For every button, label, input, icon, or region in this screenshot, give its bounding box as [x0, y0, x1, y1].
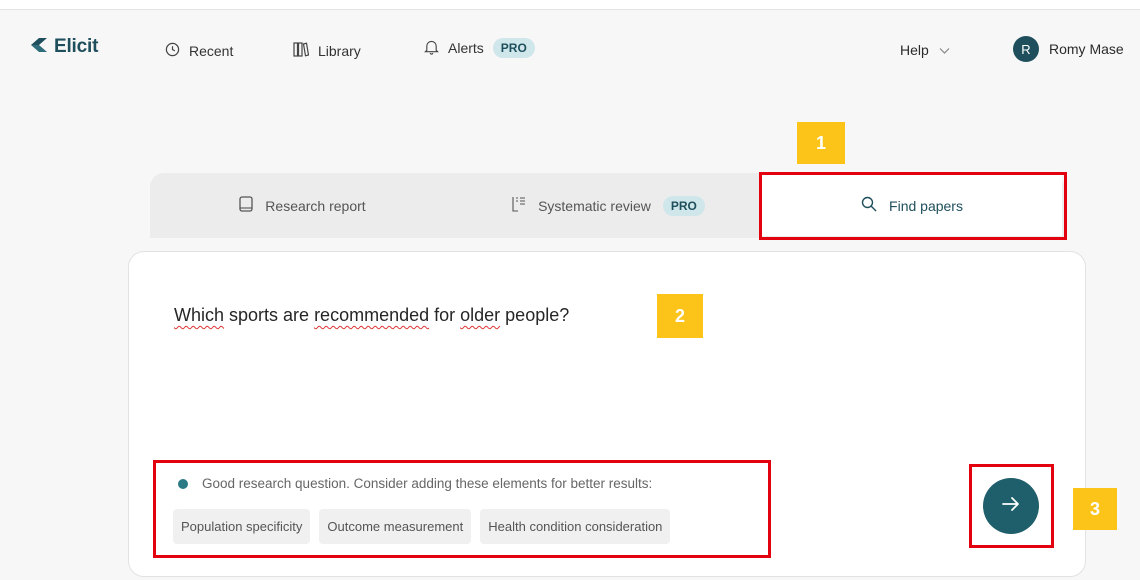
- suggestion-chips: Population specificity Outcome measureme…: [173, 509, 671, 544]
- question-word: sports are: [224, 305, 315, 325]
- annotation-marker: 3: [1073, 488, 1117, 530]
- books-icon: [293, 42, 310, 60]
- tab-research-report-label: Research report: [265, 197, 366, 214]
- nav-alerts-label: Alerts: [448, 40, 484, 56]
- document-icon: [239, 196, 253, 215]
- help-label: Help: [900, 42, 929, 58]
- tab-find-papers-label: Find papers: [889, 197, 963, 214]
- logo-text: Elicit: [54, 36, 99, 57]
- pro-badge: PRO: [662, 195, 705, 216]
- user-menu[interactable]: R Romy Mase: [1013, 36, 1124, 62]
- user-name: Romy Mase: [1049, 41, 1124, 57]
- quality-message: Good research question. Consider adding …: [202, 476, 653, 491]
- suggestion-chip[interactable]: Outcome measurement: [319, 509, 472, 544]
- help-menu[interactable]: Help: [900, 42, 950, 58]
- nav-alerts[interactable]: Alerts PRO: [424, 38, 535, 58]
- quality-status-dot: [178, 478, 188, 489]
- avatar: R: [1013, 36, 1039, 62]
- tab-find-papers[interactable]: Find papers: [762, 175, 1062, 236]
- question-word: older: [460, 305, 501, 325]
- top-bar-strip: [0, 0, 1140, 10]
- tab-systematic-review-label: Systematic review: [538, 197, 651, 214]
- question-word: people?: [500, 305, 570, 325]
- arrow-right-icon: [1001, 495, 1021, 518]
- nav-recent-label: Recent: [189, 43, 234, 59]
- nav-library-label: Library: [318, 43, 361, 59]
- submit-button[interactable]: [983, 478, 1039, 534]
- research-question-input[interactable]: Which sports are recommended for older p…: [174, 305, 569, 326]
- nav-recent[interactable]: Recent: [165, 42, 233, 60]
- nav-library[interactable]: Library: [293, 42, 361, 60]
- suggestion-chip[interactable]: Health condition consideration: [480, 509, 671, 544]
- clock-icon: [165, 42, 180, 60]
- question-word: for: [429, 305, 461, 325]
- top-navigation: Elicit Recent Library Alerts PRO Help R …: [0, 10, 1140, 86]
- search-icon: [861, 196, 877, 215]
- question-quality-feedback: Good research question. Consider adding …: [178, 476, 652, 491]
- question-word: recommended: [314, 305, 430, 325]
- annotation-marker: 2: [657, 294, 703, 338]
- logo[interactable]: Elicit: [30, 36, 98, 58]
- pro-badge: PRO: [492, 38, 535, 58]
- elicit-logo-icon: [30, 37, 48, 58]
- tab-systematic-review[interactable]: Systematic review PRO: [455, 173, 760, 238]
- suggestion-chip[interactable]: Population specificity: [173, 509, 311, 544]
- list-icon: [510, 196, 526, 215]
- bell-icon: [424, 39, 439, 58]
- mode-tabs: Research report Systematic review PRO Fi…: [150, 173, 1064, 238]
- tab-research-report[interactable]: Research report: [150, 173, 455, 238]
- question-word: Which: [174, 305, 225, 325]
- chevron-down-icon: [939, 42, 950, 58]
- annotation-marker: 1: [797, 122, 845, 164]
